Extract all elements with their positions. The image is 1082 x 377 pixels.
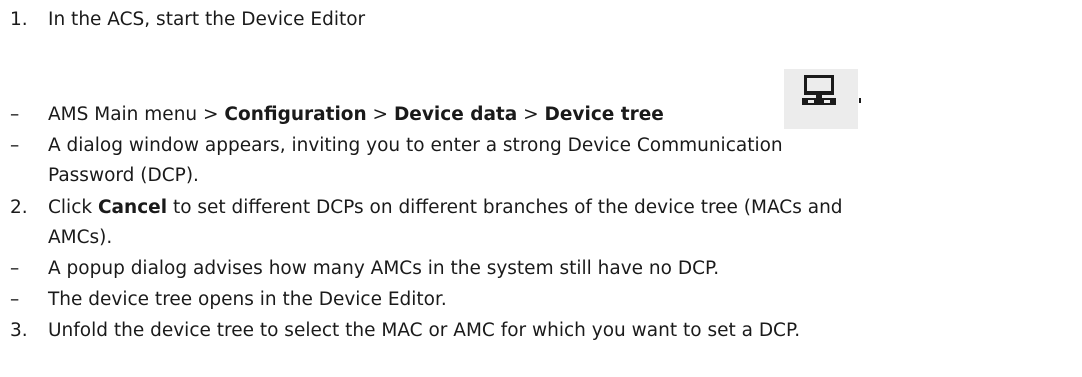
bullet-marker: – (10, 289, 20, 310)
step-1-text: In the ACS, start the Device Editor (48, 9, 366, 30)
bullet-marker: – (10, 258, 20, 279)
popup-text: A popup dialog advises how many AMCs in … (48, 258, 720, 279)
cancel-label: Cancel (97, 197, 168, 218)
dialog-text-line-2: Password (DCP). (48, 165, 199, 186)
menu-device-data: Device data (393, 104, 518, 125)
step-1-marker: 1. (10, 9, 28, 30)
bullet-marker: – (10, 135, 20, 156)
bullet-marker: – (10, 104, 20, 125)
instruction-document: 1. In the ACS, start the Device Editor –… (0, 0, 1082, 377)
monitor-network-icon (802, 75, 836, 105)
menu-path-text: AMS Main menu > Configuration > Device d… (48, 104, 664, 125)
step-2-text: Click Cancel to set different DCPs on di… (48, 197, 843, 218)
step-3-marker: 3. (10, 320, 28, 341)
device-tree-icon (784, 69, 858, 129)
icon-tick-mark (859, 98, 861, 103)
step-3-text: Unfold the device tree to select the MAC… (48, 320, 801, 341)
menu-device-tree: Device tree (544, 104, 664, 125)
dialog-text-line-1: A dialog window appears, inviting you to… (48, 135, 783, 156)
tree-opens-text: The device tree opens in the Device Edit… (48, 289, 447, 310)
menu-configuration: Configuration (224, 104, 367, 125)
step-2-marker: 2. (10, 197, 28, 218)
step-2-text-line-2: AMCs). (48, 227, 113, 248)
